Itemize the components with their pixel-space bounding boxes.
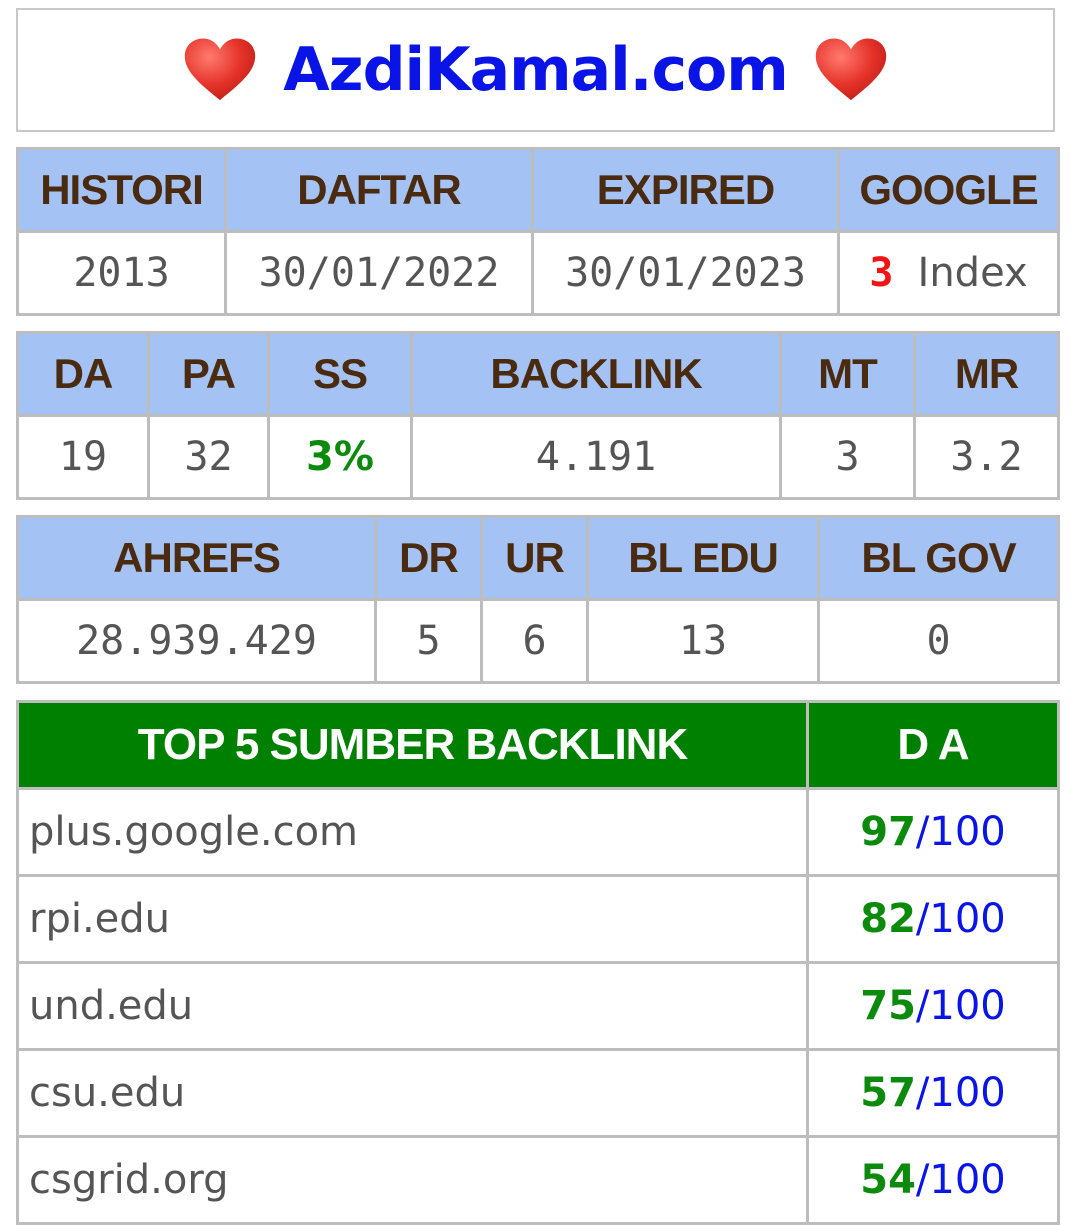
value-histori: 2013: [16, 230, 227, 316]
score-max: 100: [929, 896, 1006, 942]
header-ahrefs: AHREFS: [16, 515, 377, 601]
table-row: 28.939.429 5 6 13 0: [16, 598, 1060, 684]
header-bl-edu: BL EDU: [586, 515, 820, 601]
value-bl-edu: 13: [586, 598, 820, 684]
value-bl-gov: 0: [817, 598, 1060, 684]
moz-metrics-table: DA PA SS BACKLINK MT MR 19 32 3% 4.191 3…: [16, 331, 1060, 500]
header-ss: SS: [267, 331, 413, 417]
score-value: 57: [860, 1070, 916, 1116]
header-top-sources: TOP 5 SUMBER BACKLINK: [16, 700, 809, 790]
backlink-domain: csgrid.org: [16, 1135, 809, 1225]
value-ss: 3%: [267, 414, 413, 500]
value-da: 19: [16, 414, 150, 500]
domain-history-table: HISTORI DAFTAR EXPIRED GOOGLE 2013 30/01…: [16, 147, 1060, 316]
value-ur: 6: [480, 598, 589, 684]
backlink-score: 57/100: [806, 1048, 1060, 1138]
value-google: 3 Index: [837, 230, 1060, 316]
value-daftar: 30/01/2022: [224, 230, 534, 316]
header-ur: UR: [480, 515, 589, 601]
backlink-domain: rpi.edu: [16, 874, 809, 964]
table-row: 19 32 3% 4.191 3 3.2: [16, 414, 1060, 500]
header-expired: EXPIRED: [531, 147, 840, 233]
backlink-domain: plus.google.com: [16, 787, 809, 877]
backlink-score: 97/100: [806, 787, 1060, 877]
table-row: 2013 30/01/2022 30/01/2023 3 Index: [16, 230, 1060, 316]
value-mr: 3.2: [913, 414, 1060, 500]
google-index-count: 3: [869, 250, 894, 296]
value-expired: 30/01/2023: [531, 230, 840, 316]
header-da: DA: [16, 331, 150, 417]
table-row: rpi.edu 82/100: [16, 874, 1060, 964]
header-bl-gov: BL GOV: [817, 515, 1060, 601]
ahrefs-metrics-table: AHREFS DR UR BL EDU BL GOV 28.939.429 5 …: [16, 515, 1060, 684]
backlink-domain: und.edu: [16, 961, 809, 1051]
table-row: und.edu 75/100: [16, 961, 1060, 1051]
header-daftar: DAFTAR: [224, 147, 534, 233]
score-max: 100: [929, 983, 1006, 1029]
table-header-row: HISTORI DAFTAR EXPIRED GOOGLE: [16, 147, 1060, 233]
score-max: 100: [929, 1070, 1006, 1116]
score-value: 82: [860, 896, 916, 942]
header-histori: HISTORI: [16, 147, 227, 233]
header-google: GOOGLE: [837, 147, 1060, 233]
backlink-score: 82/100: [806, 874, 1060, 964]
backlink-domain: csu.edu: [16, 1048, 809, 1138]
table-header-row: TOP 5 SUMBER BACKLINK D A: [16, 700, 1060, 790]
score-value: 97: [860, 809, 916, 855]
header-pa: PA: [147, 331, 270, 417]
header-mt: MT: [779, 331, 916, 417]
table-header-row: DA PA SS BACKLINK MT MR: [16, 331, 1060, 417]
score-max: 100: [929, 1157, 1006, 1203]
table-header-row: AHREFS DR UR BL EDU BL GOV: [16, 515, 1060, 601]
google-index-label: Index: [917, 250, 1028, 296]
value-backlink: 4.191: [410, 414, 782, 500]
header-mr: MR: [913, 331, 1060, 417]
header-dr: DR: [374, 515, 483, 601]
backlink-score: 54/100: [806, 1135, 1060, 1225]
score-max: 100: [929, 809, 1006, 855]
value-ahrefs: 28.939.429: [16, 598, 377, 684]
spam-score: 3%: [306, 434, 374, 480]
heart-icon: [815, 38, 886, 101]
header-da-score: D A: [806, 700, 1060, 790]
score-value: 75: [860, 983, 916, 1029]
heart-icon: [185, 38, 256, 101]
top-backlinks-table: TOP 5 SUMBER BACKLINK D A plus.google.co…: [16, 700, 1060, 1225]
value-dr: 5: [374, 598, 483, 684]
table-row: csgrid.org 54/100: [16, 1135, 1060, 1225]
score-value: 54: [860, 1157, 916, 1203]
site-title: AzdiKamal.com: [283, 35, 789, 105]
table-row: plus.google.com 97/100: [16, 787, 1060, 877]
value-mt: 3: [779, 414, 916, 500]
header-backlink: BACKLINK: [410, 331, 782, 417]
table-row: csu.edu 57/100: [16, 1048, 1060, 1138]
value-pa: 32: [147, 414, 270, 500]
backlink-score: 75/100: [806, 961, 1060, 1051]
title-banner: AzdiKamal.com: [16, 8, 1055, 132]
